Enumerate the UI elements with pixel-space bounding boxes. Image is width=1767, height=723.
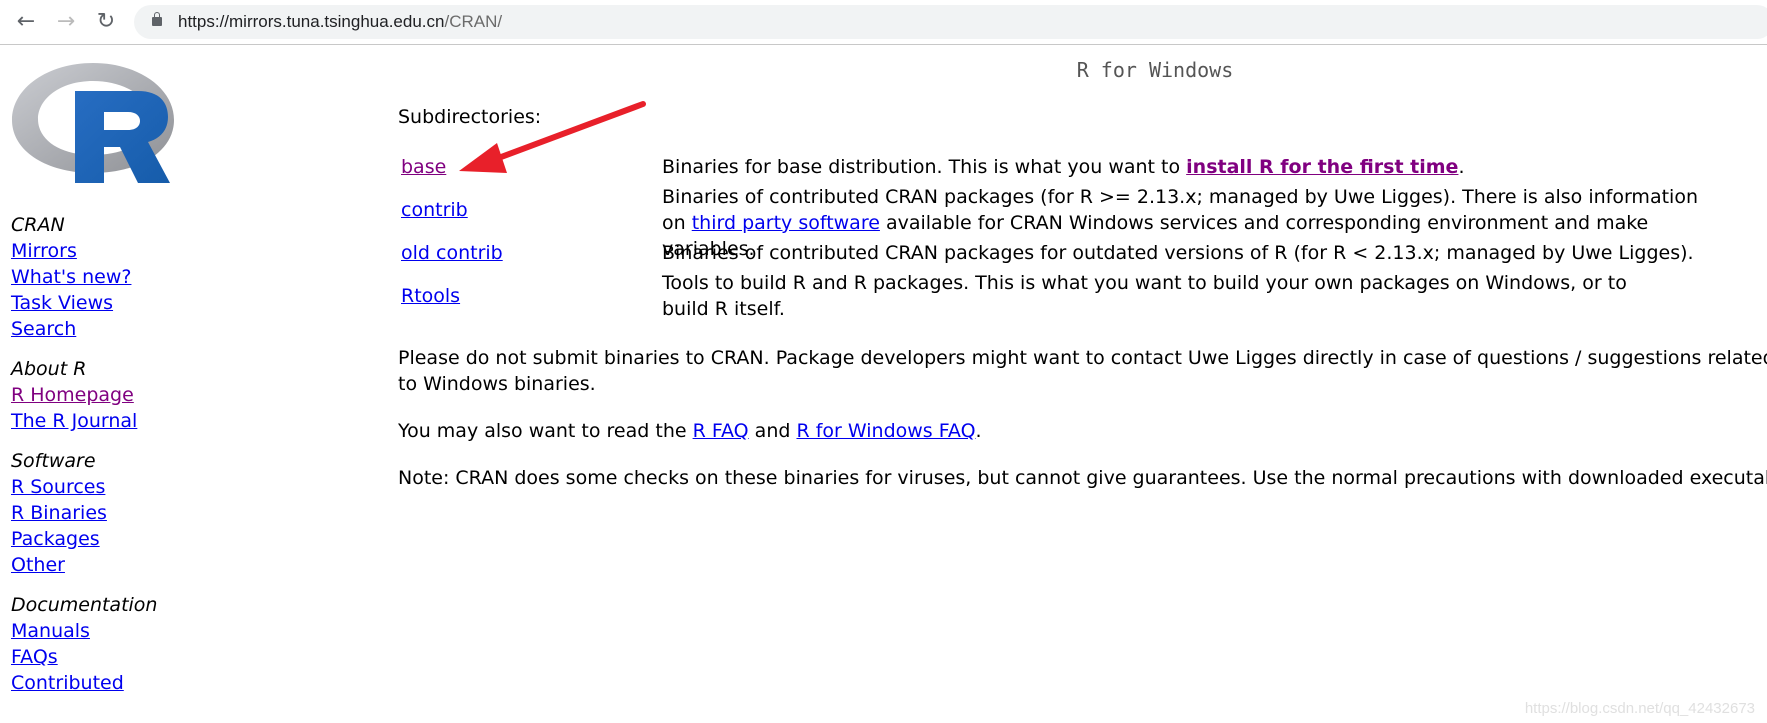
page-title: R for Windows <box>1076 58 1234 82</box>
link-r-windows-faq[interactable]: R for Windows FAQ <box>796 420 975 442</box>
text: . <box>975 420 982 442</box>
sidebar-link-r-journal[interactable]: The R Journal <box>11 408 157 434</box>
paragraph-faq: You may also want to read the R FAQ and … <box>398 418 1767 444</box>
red-arrow-annotation <box>459 101 646 173</box>
link-install-r-first-time[interactable]: install R for the first time <box>1186 156 1458 178</box>
paragraph-no-submit: Please do not submit binaries to CRAN. P… <box>398 347 1767 395</box>
sidebar-link-faqs[interactable]: FAQs <box>11 644 157 670</box>
r-logo: R <box>8 55 174 183</box>
browser-toolbar: ← → ↻ https://mirrors.tuna.tsinghua.edu.… <box>0 0 1767 45</box>
row-description: Tools to build R and R packages. This is… <box>662 272 1627 320</box>
desc-text: Binaries for base distribution. This is … <box>662 156 1187 178</box>
sidebar: CRAN Mirrors What's new? Task Views Sear… <box>11 212 157 696</box>
sidebar-link-search[interactable]: Search <box>11 316 157 342</box>
link-third-party-software[interactable]: third party software <box>692 212 880 234</box>
logo-letter: R <box>8 55 9 56</box>
sidebar-link-packages[interactable]: Packages <box>11 526 157 552</box>
row-description: Binaries of contributed CRAN packages fo… <box>662 242 1694 264</box>
watermark: https://blog.csdn.net/qq_42432673 <box>1524 700 1755 717</box>
link-rtools[interactable]: Rtools <box>401 283 460 309</box>
url-path: /CRAN/ <box>444 12 503 31</box>
link-old-contrib[interactable]: old contrib <box>401 240 503 266</box>
row-description: Binaries for base distribution. This is … <box>662 154 1722 180</box>
address-bar[interactable]: https://mirrors.tuna.tsinghua.edu.cn/CRA… <box>134 5 1767 39</box>
reload-button[interactable]: ↻ <box>92 8 120 36</box>
sidebar-link-task-views[interactable]: Task Views <box>11 290 157 316</box>
sidebar-link-r-binaries[interactable]: R Binaries <box>11 500 157 526</box>
text: You may also want to read the <box>398 420 693 442</box>
link-base[interactable]: base <box>401 154 446 180</box>
sidebar-link-other[interactable]: Other <box>11 552 157 578</box>
link-contrib[interactable]: contrib <box>401 197 468 223</box>
sidebar-link-mirrors[interactable]: Mirrors <box>11 238 157 264</box>
url-host: https://mirrors.tuna.tsinghua.edu.cn <box>178 12 445 31</box>
forward-button[interactable]: → <box>52 8 80 36</box>
sidebar-link-r-sources[interactable]: R Sources <box>11 474 157 500</box>
back-button[interactable]: ← <box>12 8 40 36</box>
sidebar-link-contributed[interactable]: Contributed <box>11 670 157 696</box>
lock-icon <box>152 12 162 26</box>
link-r-faq[interactable]: R FAQ <box>693 420 749 442</box>
sidebar-heading-cran: CRAN <box>11 214 65 236</box>
paragraph-note: Note: CRAN does some checks on these bin… <box>398 467 1767 489</box>
sidebar-link-r-homepage[interactable]: R Homepage <box>11 382 157 408</box>
sidebar-link-manuals[interactable]: Manuals <box>11 618 157 644</box>
sidebar-heading-software: Software <box>11 450 96 472</box>
sidebar-heading-about: About R <box>11 358 87 380</box>
desc-text: . <box>1458 156 1465 178</box>
sidebar-link-whats-new[interactable]: What's new? <box>11 264 157 290</box>
text: and <box>748 420 797 442</box>
sidebar-heading-documentation: Documentation <box>11 594 158 616</box>
